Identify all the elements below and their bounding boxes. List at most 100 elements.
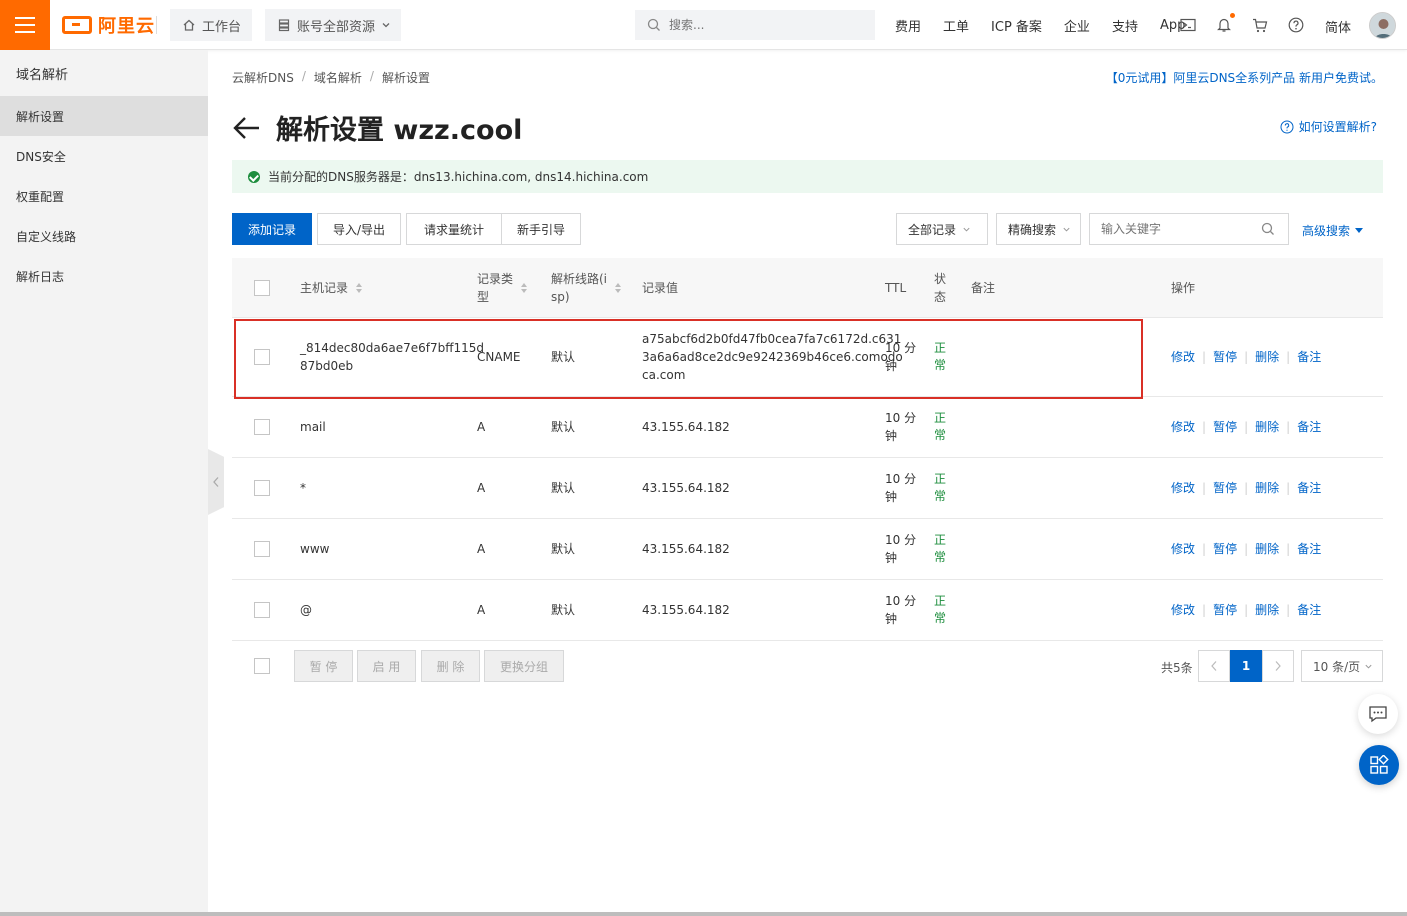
delete-record-link[interactable]: 删除 <box>1255 418 1279 436</box>
ttl-cell: 10 分钟 <box>885 318 916 396</box>
page-size-value: 10 条/页 <box>1313 659 1361 674</box>
sort-icon[interactable] <box>356 282 363 293</box>
status-cell: 正常 <box>934 397 948 457</box>
sidebar-item-dns-settings[interactable]: 解析设置 <box>0 96 208 136</box>
back-arrow-icon[interactable] <box>232 115 262 141</box>
type-cell: A <box>477 420 486 434</box>
row-checkbox[interactable] <box>254 419 270 435</box>
action-separator: | <box>1286 350 1291 364</box>
pause-record-link[interactable]: 暂停 <box>1213 540 1237 558</box>
delete-record-link[interactable]: 删除 <box>1255 540 1279 558</box>
pause-record-link[interactable]: 暂停 <box>1213 601 1237 619</box>
value-l2: 3a6a6ad8ce2dc9e9242369b46ce6.comodo <box>642 350 903 364</box>
remark-record-link[interactable]: 备注 <box>1297 418 1321 436</box>
column-line[interactable]: 解析线路(i sp) <box>551 258 622 317</box>
add-record-button[interactable]: 添加记录 <box>232 213 312 245</box>
stack-icon <box>278 19 290 32</box>
sidebar-collapse-handle[interactable] <box>208 449 224 515</box>
column-host[interactable]: 主机记录 <box>300 258 363 317</box>
hamburger-menu-button[interactable] <box>0 0 50 50</box>
remark-record-link[interactable]: 备注 <box>1297 601 1321 619</box>
remark-record-link[interactable]: 备注 <box>1297 479 1321 497</box>
promo-link[interactable]: 【0元试用】阿里云DNS全系列产品 新用户免费试。 <box>1106 69 1383 86</box>
action-separator: | <box>1286 603 1291 617</box>
column-status-label-l1: 状 <box>934 271 947 286</box>
edit-record-link[interactable]: 修改 <box>1171 418 1195 436</box>
edit-record-link[interactable]: 修改 <box>1171 348 1195 366</box>
resources-label: 账号全部资源 <box>297 19 376 35</box>
sidebar-item-dns-security[interactable]: DNS安全 <box>0 136 208 176</box>
top-link-enterprise[interactable]: 企业 <box>1064 16 1090 35</box>
sort-icon[interactable] <box>615 282 622 293</box>
resources-dropdown[interactable]: 账号全部资源 <box>265 9 401 41</box>
column-actions: 操作 <box>1171 280 1196 295</box>
language-switch[interactable]: 简体 <box>1325 17 1351 36</box>
help-icon[interactable] <box>1288 17 1304 33</box>
row-checkbox[interactable] <box>254 480 270 496</box>
ttl-value-l2: 钟 <box>885 490 898 504</box>
breadcrumb-item-cloud-dns[interactable]: 云解析DNS <box>232 69 294 86</box>
change-group-button[interactable]: 更换分组 <box>484 650 564 682</box>
delete-record-link[interactable]: 删除 <box>1255 601 1279 619</box>
sidebar-item-custom-lines[interactable]: 自定义线路 <box>0 216 208 256</box>
batch-pause-button[interactable]: 暂 停 <box>294 650 353 682</box>
workbench-button[interactable]: 工作台 <box>170 9 252 41</box>
window-bottom-edge <box>0 912 1407 916</box>
keyword-input[interactable] <box>1101 222 1261 236</box>
search-mode-select[interactable]: 精确搜索 <box>996 213 1081 245</box>
global-search-input[interactable] <box>669 18 859 32</box>
global-search[interactable] <box>635 10 875 40</box>
guide-button[interactable]: 新手引导 <box>501 213 581 245</box>
feedback-chat-button[interactable] <box>1358 694 1398 734</box>
prev-page-button[interactable] <box>1198 650 1230 682</box>
edit-record-link[interactable]: 修改 <box>1171 601 1195 619</box>
how-to-configure-link[interactable]: 如何设置解析? <box>1280 118 1377 135</box>
ttl-cell: 10 分钟 <box>885 519 916 579</box>
row-checkbox[interactable] <box>254 349 270 365</box>
remark-record-link[interactable]: 备注 <box>1297 540 1321 558</box>
table-row: _814dec80da6ae7e6f7bff115d 87bd0eb CNAME 默认… <box>232 318 1383 397</box>
bell-icon[interactable] <box>1216 13 1235 33</box>
edit-record-link[interactable]: 修改 <box>1171 479 1195 497</box>
actions-cell: 修改 | 暂停 | 删除 | 备注 <box>1171 397 1321 457</box>
page-size-select[interactable]: 10 条/页 <box>1301 650 1383 682</box>
batch-enable-button[interactable]: 启 用 <box>357 650 416 682</box>
edit-record-link[interactable]: 修改 <box>1171 540 1195 558</box>
sidebar-item-dns-logs[interactable]: 解析日志 <box>0 256 208 296</box>
aliyun-logo[interactable]: 阿里云 <box>62 13 155 37</box>
sort-icon[interactable] <box>521 282 528 293</box>
pause-record-link[interactable]: 暂停 <box>1213 418 1237 436</box>
row-checkbox[interactable] <box>254 602 270 618</box>
select-all-checkbox[interactable] <box>254 279 270 296</box>
advanced-search-toggle[interactable]: 高级搜索 <box>1302 222 1364 239</box>
host-value-l2: 87bd0eb <box>300 359 354 373</box>
footer-select-all-checkbox[interactable] <box>254 658 270 674</box>
sidebar-title[interactable]: 域名解析 <box>0 50 208 96</box>
next-page-button[interactable] <box>1262 650 1294 682</box>
user-avatar[interactable] <box>1369 12 1396 39</box>
top-link-icp[interactable]: ICP 备案 <box>991 16 1042 35</box>
page-1-button[interactable]: 1 <box>1230 650 1262 682</box>
delete-record-link[interactable]: 删除 <box>1255 479 1279 497</box>
import-export-button[interactable]: 导入/导出 <box>317 213 401 245</box>
cart-icon[interactable] <box>1252 17 1268 33</box>
pause-record-link[interactable]: 暂停 <box>1213 348 1237 366</box>
search-icon[interactable] <box>1261 222 1275 236</box>
record-filter-select[interactable]: 全部记录 <box>896 213 988 245</box>
top-link-support[interactable]: 支持 <box>1112 16 1138 35</box>
keyword-search-field[interactable] <box>1089 213 1289 245</box>
batch-delete-button[interactable]: 删 除 <box>421 650 480 682</box>
remark-record-link[interactable]: 备注 <box>1297 348 1321 366</box>
apps-menu-button[interactable] <box>1359 745 1399 785</box>
terminal-icon[interactable] <box>1180 17 1196 33</box>
top-link-billing[interactable]: 费用 <box>895 16 921 35</box>
request-stats-button[interactable]: 请求量统计 <box>406 213 502 245</box>
breadcrumb-item-domain-dns[interactable]: 域名解析 <box>314 69 362 86</box>
row-checkbox[interactable] <box>254 541 270 557</box>
pause-record-link[interactable]: 暂停 <box>1213 479 1237 497</box>
delete-record-link[interactable]: 删除 <box>1255 348 1279 366</box>
top-link-tickets[interactable]: 工单 <box>943 16 969 35</box>
sidebar-item-weight-config[interactable]: 权重配置 <box>0 176 208 216</box>
column-type[interactable]: 记录类型 <box>477 258 528 317</box>
action-separator: | <box>1244 350 1249 364</box>
